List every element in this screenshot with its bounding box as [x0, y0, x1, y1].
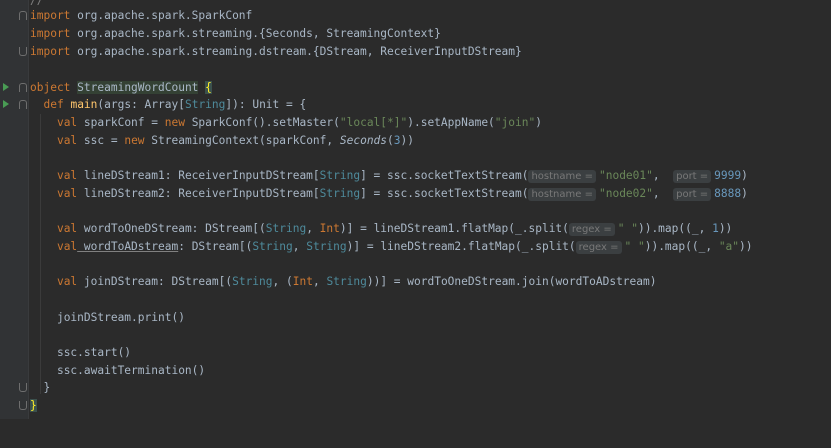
code-line: val wordToADstream: DStream[(String, Str…	[56, 240, 753, 254]
code-line: }	[0, 397, 831, 414]
fold-marker-icon[interactable]	[19, 47, 27, 56]
run-main-icon[interactable]	[3, 100, 9, 108]
closing-brace: }	[30, 399, 37, 412]
code-line: def main(args: Array[String]): Unit = {	[0, 96, 831, 113]
code-line: joinDStream.print()	[56, 311, 185, 324]
param-hint: regex =	[568, 223, 615, 236]
code-line: val joinDStream: DStream[(String, (Int, …	[56, 275, 657, 288]
code-line: import org.apache.spark.streaming.dstrea…	[0, 43, 831, 60]
param-hint: regex =	[575, 241, 622, 254]
code-line: import org.apache.spark.SparkConf	[0, 7, 831, 24]
fold-marker-icon[interactable]	[19, 83, 27, 92]
fold-marker-icon[interactable]	[19, 383, 27, 392]
param-hint: hostname =	[528, 170, 596, 183]
code-line: val wordToOneDStream: DStream[(String, I…	[56, 222, 733, 236]
code-line: val sparkConf = new SparkConf().setMaste…	[56, 116, 542, 129]
code-line: }	[0, 379, 831, 396]
fold-marker-icon[interactable]	[19, 401, 27, 410]
param-hint: hostname =	[528, 188, 596, 201]
code-line: val lineDStream2: ReceiverInputDStream[S…	[56, 187, 748, 201]
param-hint: port =	[673, 170, 712, 183]
code-line: import org.apache.spark.streaming.{Secon…	[30, 27, 441, 40]
code-line: ssc.awaitTermination()	[56, 364, 206, 377]
fold-marker-icon[interactable]	[19, 100, 27, 109]
fold-marker-icon[interactable]	[19, 11, 27, 20]
code-line: ssc.start()	[56, 346, 132, 359]
param-hint: port =	[673, 188, 712, 201]
code-line: val lineDStream1: ReceiverInputDStream[S…	[56, 169, 748, 183]
run-object-icon[interactable]	[3, 83, 9, 91]
code-line: val ssc = new StreamingContext(sparkConf…	[56, 134, 415, 147]
object-name: StreamingWordCount	[77, 81, 199, 94]
code-line: object StreamingWordCount {	[0, 79, 831, 96]
